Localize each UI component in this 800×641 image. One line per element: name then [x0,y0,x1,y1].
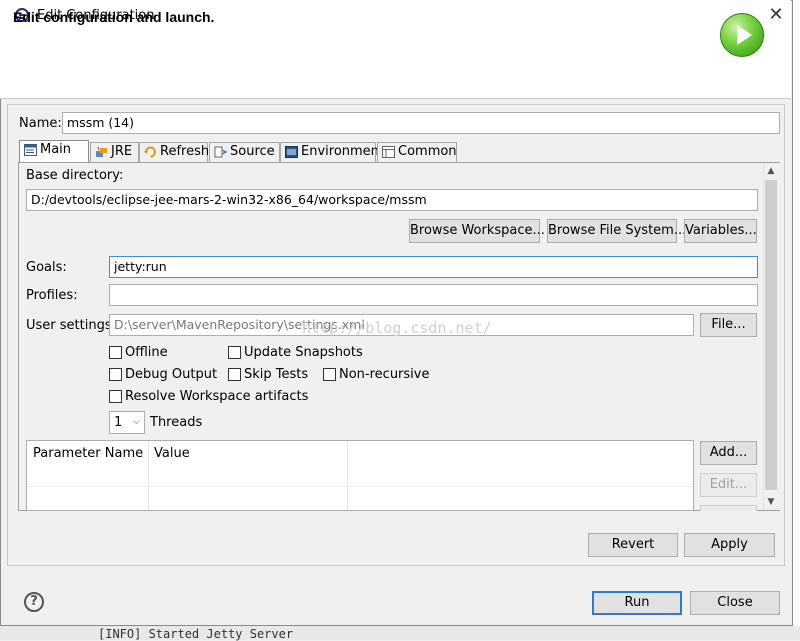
banner-title: Edit configuration and launch. [13,9,215,25]
jre-icon [96,146,107,157]
base-directory-input[interactable]: D:/devtools/eclipse-jee-mars-2-win32-x86… [26,189,758,211]
variables-button[interactable]: Variables... [684,219,757,243]
edit-parameter-button[interactable]: Edit... [700,473,757,497]
offline-label: Offline [125,345,168,360]
tab-jre-label: JRE [111,144,133,159]
remove-parameter-button[interactable] [700,505,757,511]
debug-output-label: Debug Output [125,367,218,382]
chevron-down-icon: ⌵ [133,417,140,427]
apply-button[interactable]: Apply [684,533,775,557]
threads-label: Threads [150,415,203,430]
profiles-input[interactable] [109,284,758,306]
non-recursive-checkbox[interactable] [323,368,336,381]
column-header-value[interactable]: Value [148,441,348,486]
resolve-workspace-label: Resolve Workspace artifacts [125,389,309,404]
file-button[interactable]: File... [700,313,757,337]
parameters-table[interactable]: Parameter Name Value [26,440,694,511]
environment-icon [285,146,298,158]
source-icon [214,146,227,158]
background-console-text: [INFO] Started Jetty Server [98,627,294,641]
main-tab-icon [24,144,37,156]
tab-common[interactable]: Common [377,142,457,162]
watermark-text: http://blog.csdn.net/ [302,319,492,337]
name-label: Name: [19,116,62,131]
tab-main[interactable]: Main [19,140,89,163]
resolve-workspace-checkbox[interactable] [109,390,122,403]
scroll-up-icon[interactable]: ▲ [763,163,779,179]
common-icon [382,146,395,158]
column-divider [347,441,348,510]
scroll-down-icon[interactable]: ▼ [763,494,779,510]
refresh-icon [144,146,156,158]
threads-value: 1 [114,415,123,430]
profiles-label: Profiles: [26,288,78,303]
update-snapshots-checkbox[interactable] [228,346,241,359]
tab-jre[interactable]: JRE [90,142,139,162]
tab-common-label: Common [398,144,457,159]
tab-source[interactable]: Source [209,142,280,162]
non-recursive-label: Non-recursive [339,367,430,382]
tab-environment[interactable]: Environment [280,142,384,162]
user-settings-label: User settings: [26,318,116,333]
revert-button[interactable]: Revert [588,533,678,557]
column-header-parameter-name[interactable]: Parameter Name [27,441,148,486]
help-icon[interactable]: ? [24,592,44,612]
base-directory-label: Base directory: [26,168,124,183]
offline-checkbox[interactable] [109,346,122,359]
browse-file-system-button[interactable]: Browse File System... [547,219,686,243]
run-button[interactable]: Run [592,591,682,615]
background-app-edge [793,0,800,640]
name-input[interactable]: mssm (14) [62,112,780,134]
tab-refresh[interactable]: Refresh [139,142,210,162]
tab-main-label: Main [40,142,72,157]
tab-refresh-label: Refresh [160,144,210,159]
column-divider [148,441,149,510]
run-launch-icon [720,13,764,57]
goals-label: Goals: [26,260,67,275]
update-snapshots-label: Update Snapshots [244,345,363,360]
close-window-button[interactable]: ✕ [765,4,787,26]
debug-output-checkbox[interactable] [109,368,122,381]
skip-tests-checkbox[interactable] [228,368,241,381]
row-divider [27,486,693,487]
tab-source-label: Source [230,144,275,159]
scrollbar-thumb[interactable] [765,180,777,490]
add-parameter-button[interactable]: Add... [700,441,757,465]
tab-environment-label: Environment [301,144,385,159]
browse-workspace-button[interactable]: Browse Workspace... [409,219,545,243]
dialog-banner [0,31,791,99]
goals-input[interactable]: jetty:run [109,256,758,278]
threads-select[interactable]: 1 ⌵ [109,411,145,434]
close-button[interactable]: Close [690,591,780,615]
skip-tests-label: Skip Tests [244,367,309,382]
